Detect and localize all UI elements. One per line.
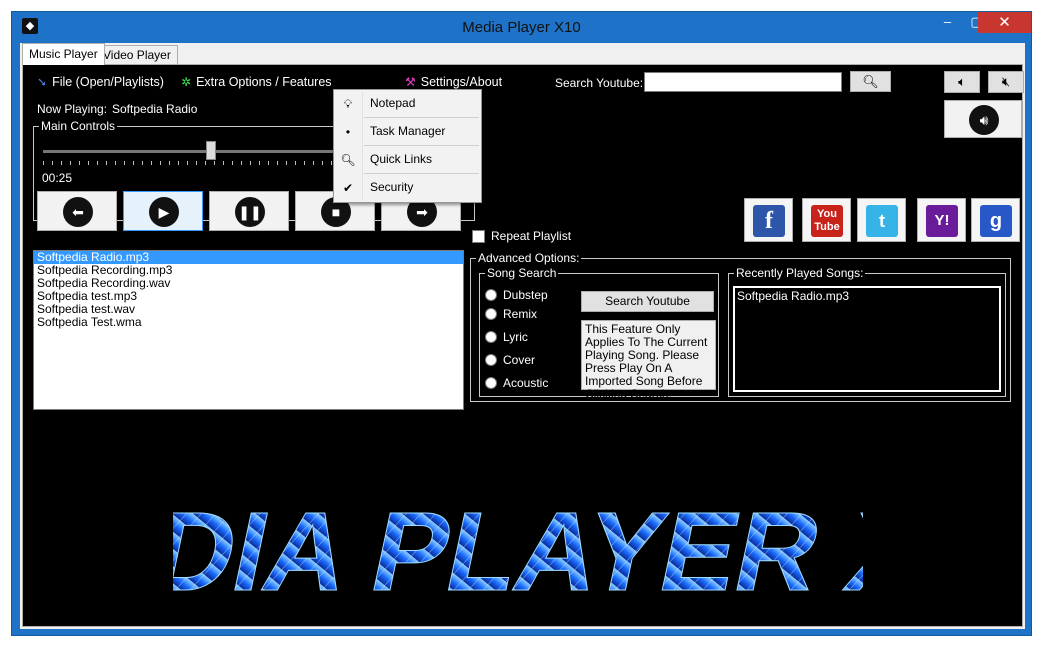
playlist-item[interactable]: Softpedia Test.wma: [34, 316, 463, 329]
arrow-left-icon: ⬅: [63, 197, 93, 227]
repeat-playlist-checkbox[interactable]: [472, 229, 485, 243]
seek-slider-track[interactable]: [43, 150, 343, 153]
play-icon: ▶: [149, 197, 179, 227]
magnifier-icon: 🔍︎: [862, 74, 879, 89]
volume-toggle-button[interactable]: 🔊︎: [944, 100, 1022, 138]
yahoo-icon: Y!: [926, 205, 958, 237]
volume-button[interactable]: 🔈︎: [944, 71, 980, 93]
speaker-muted-icon: 🔇︎: [1001, 74, 1011, 89]
menu-settings-label: Settings/About: [420, 75, 503, 89]
seek-slider-ticks: [43, 161, 343, 165]
lightbulb-icon: 💡︎: [343, 97, 353, 111]
menu-item-label: Task Manager: [370, 124, 446, 138]
mute-button[interactable]: 🔇︎: [988, 71, 1024, 93]
youtube-search-input[interactable]: [644, 72, 842, 92]
menu-item-task-manager[interactable]: • Task Manager: [334, 118, 481, 146]
radio-label: Acoustic: [503, 376, 549, 390]
seek-slider-thumb[interactable]: [206, 141, 216, 160]
menu-item-security[interactable]: ✔ Security: [334, 174, 481, 202]
play-button[interactable]: ▶: [123, 191, 203, 231]
song-search-title: Song Search: [485, 266, 559, 280]
tab-music-player[interactable]: Music Player: [22, 43, 105, 65]
menu-item-label: Quick Links: [370, 152, 433, 166]
minimize-button[interactable]: –: [934, 12, 961, 33]
radio-dubstep[interactable]: Dubstep: [485, 288, 548, 302]
radio-lyric[interactable]: Lyric: [485, 330, 528, 344]
youtube-search-button[interactable]: 🔍︎: [850, 71, 891, 92]
checkmark-icon: ✔: [342, 181, 354, 195]
google-icon: g: [980, 205, 1012, 237]
search-youtube-button[interactable]: Search Youtube: [581, 291, 714, 312]
facebook-icon: f: [753, 205, 785, 237]
playlist[interactable]: Softpedia Radio.mp3 Softpedia Recording.…: [33, 250, 464, 410]
youtube-search-label: Search Youtube:: [555, 76, 644, 90]
youtube-icon: You Tube: [811, 205, 843, 237]
advanced-options-title: Advanced Options:: [476, 251, 582, 265]
menu-file-label: File (Open/Playlists): [52, 75, 164, 89]
radio-label: Lyric: [503, 330, 528, 344]
song-search-group: Song Search Dubstep Remix Lyric Cover Ac…: [479, 266, 719, 401]
radio-button[interactable]: [485, 377, 497, 389]
recently-played-list[interactable]: Softpedia Radio.mp3: [733, 286, 1001, 392]
radio-button[interactable]: [485, 354, 497, 366]
radio-button[interactable]: [485, 331, 497, 343]
menu-extra-options[interactable]: ✲ Extra Options / Features: [181, 75, 332, 89]
menu-item-label: Notepad: [370, 96, 416, 110]
radio-label: Cover: [503, 353, 536, 367]
dot-icon: •: [345, 125, 351, 139]
radio-label: Dubstep: [503, 288, 548, 302]
repeat-playlist-label: Repeat Playlist: [491, 229, 572, 243]
menu-item-quick-links[interactable]: 🔍︎ Quick Links: [334, 146, 481, 174]
previous-button[interactable]: ⬅: [37, 191, 117, 231]
facebook-button[interactable]: f: [744, 198, 793, 242]
list-item[interactable]: Softpedia Radio.mp3: [737, 289, 997, 303]
recently-played-title: Recently Played Songs:: [734, 266, 866, 280]
pause-button[interactable]: ❚❚: [209, 191, 289, 231]
menu-item-label: Security: [370, 180, 414, 194]
menu-item-notepad[interactable]: 💡︎ Notepad: [334, 90, 481, 118]
client-area: Music Player Video Player ➘ File (Open/P…: [20, 43, 1025, 629]
star-icon: ✲: [181, 75, 192, 89]
radio-acoustic[interactable]: Acoustic: [485, 376, 548, 390]
repeat-playlist-option[interactable]: Repeat Playlist: [472, 229, 571, 243]
menu-extra-label: Extra Options / Features: [196, 75, 332, 89]
radio-remix[interactable]: Remix: [485, 307, 537, 321]
youtube-button[interactable]: You Tube: [802, 198, 851, 242]
yahoo-button[interactable]: Y!: [917, 198, 966, 242]
media-player-x10-banner: MEDIA PLAYER X10: [173, 488, 863, 610]
song-search-note: This Feature Only Applies To The Current…: [581, 320, 716, 401]
extra-options-menu: 💡︎ Notepad • Task Manager 🔍︎ Quick Links…: [333, 89, 482, 203]
pause-icon: ❚❚: [235, 197, 265, 227]
menu-settings[interactable]: ⚒ Settings/About: [405, 75, 502, 89]
menu-file[interactable]: ➘ File (Open/Playlists): [37, 75, 164, 89]
speaker-icon: 🔈︎: [958, 74, 966, 89]
window-title: Media Player X10: [462, 19, 581, 36]
elapsed-time: 00:25: [42, 171, 73, 185]
folder-arrow-icon: ➘: [37, 75, 48, 89]
twitter-icon: t: [866, 205, 898, 237]
magnifier-icon: 🔍︎: [340, 153, 356, 167]
advanced-options-group: Advanced Options: Song Search Dubstep Re…: [470, 251, 1011, 402]
music-player-panel: ➘ File (Open/Playlists) ✲ Extra Options …: [22, 64, 1024, 627]
radio-cover[interactable]: Cover: [485, 353, 535, 367]
google-button[interactable]: g: [971, 198, 1020, 242]
main-controls-title: Main Controls: [39, 119, 118, 133]
radio-button[interactable]: [485, 308, 497, 320]
title-bar[interactable]: ◆ Media Player X10 – ▢ ✕: [12, 12, 1031, 43]
wrench-icon: ⚒: [405, 75, 416, 89]
now-playing-label: Now Playing:: [37, 102, 108, 116]
twitter-button[interactable]: t: [857, 198, 906, 242]
close-button[interactable]: ✕: [978, 12, 1031, 33]
speaker-icon: 🔊︎: [969, 105, 999, 135]
radio-label: Remix: [503, 307, 538, 321]
radio-button[interactable]: [485, 289, 497, 301]
app-window: ◆ Media Player X10 – ▢ ✕ Music Player Vi…: [11, 11, 1032, 636]
now-playing-value: Softpedia Radio: [112, 102, 198, 116]
banner-text: MEDIA PLAYER X10: [173, 488, 863, 610]
tab-video-player[interactable]: Video Player: [96, 45, 178, 65]
recently-played-group: Recently Played Songs: Softpedia Radio.m…: [728, 266, 1006, 397]
